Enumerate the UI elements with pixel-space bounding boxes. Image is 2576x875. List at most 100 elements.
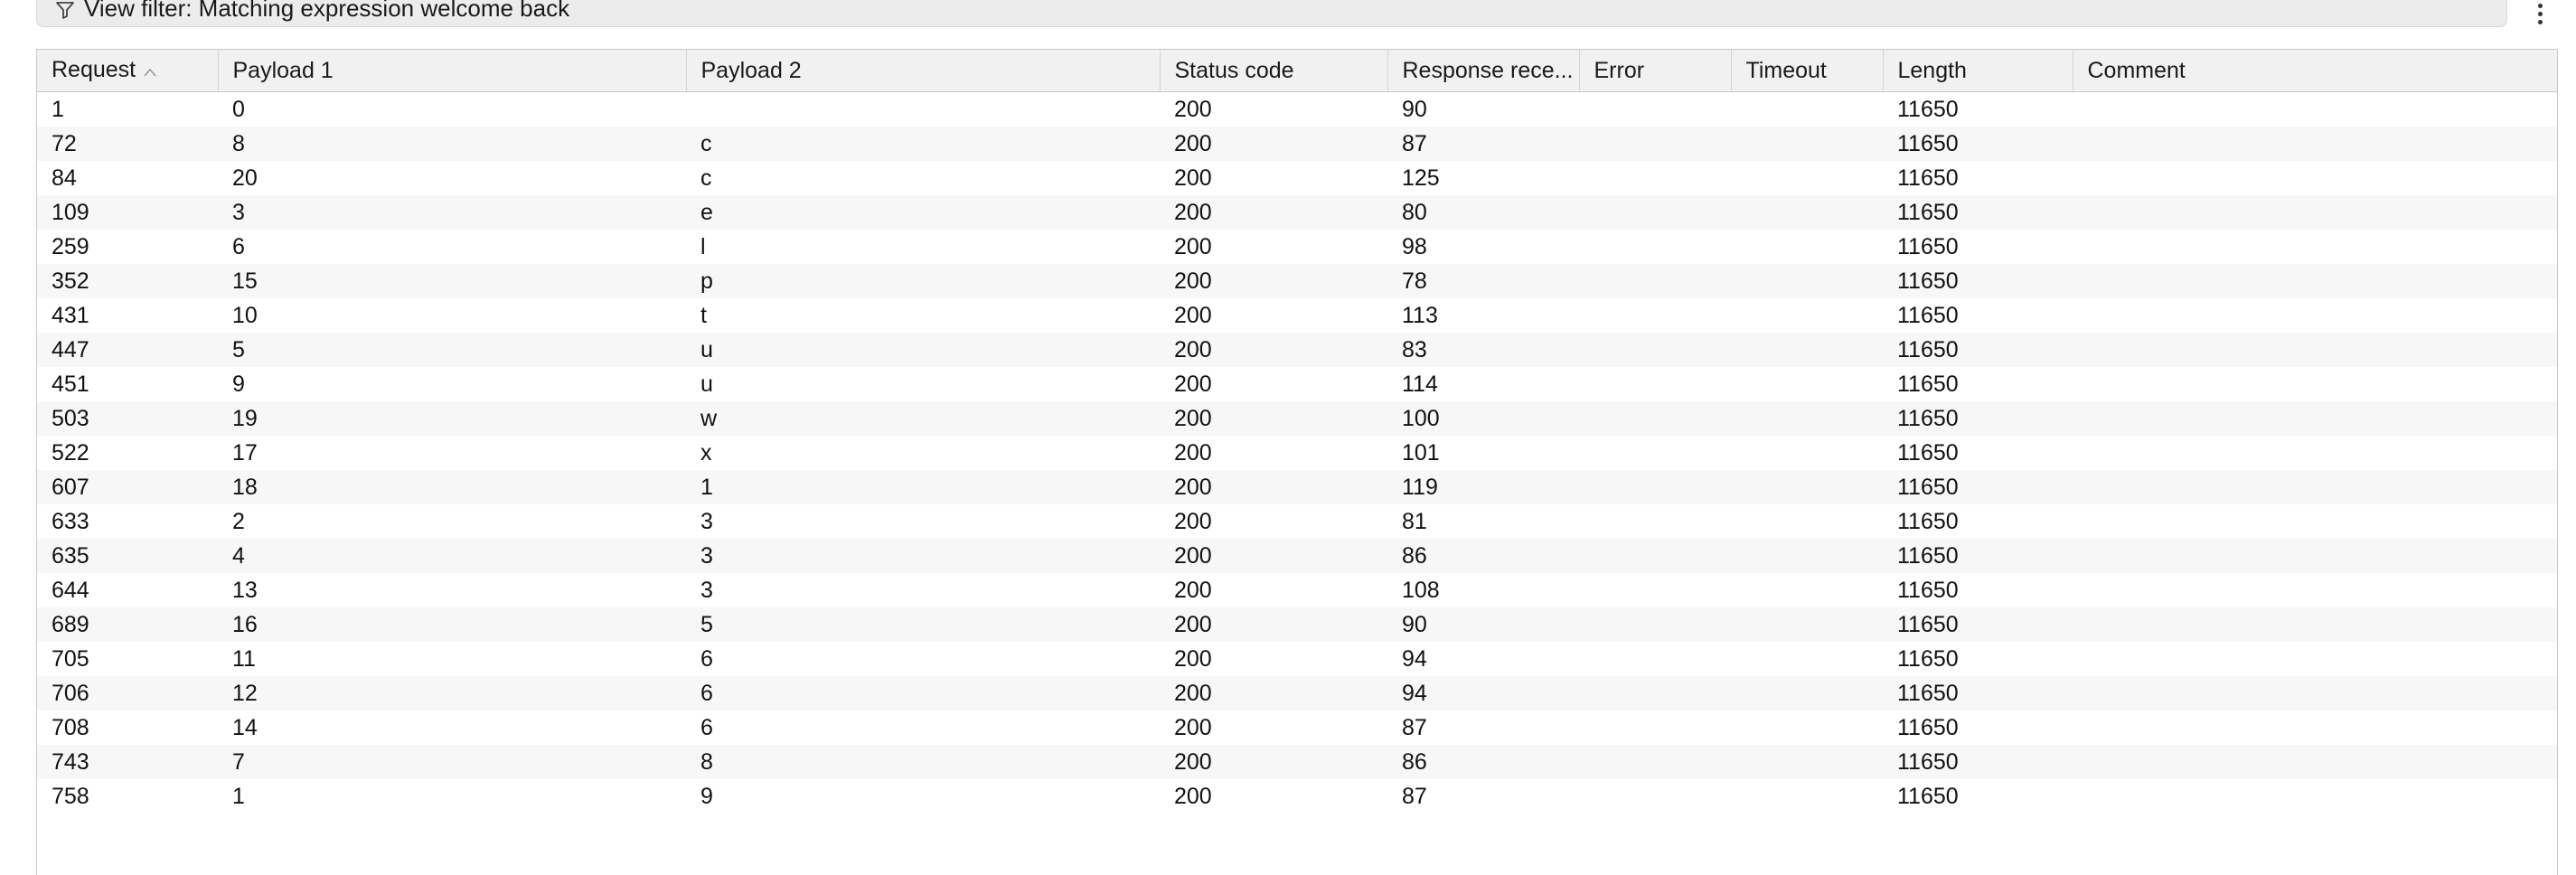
cell-timeout [1731, 367, 1883, 401]
table-row[interactable]: 705 11 6 200 94 11650 [37, 642, 2557, 676]
table-row[interactable]: 72 8 c 200 87 11650 [37, 127, 2557, 161]
cell-timeout [1731, 230, 1883, 264]
table-row[interactable]: 431 10 t 200 113 11650 [37, 298, 2557, 333]
cell-payload2: 3 [686, 573, 1160, 607]
table-row[interactable]: 352 15 p 200 78 11650 [37, 264, 2557, 298]
cell-timeout [1731, 745, 1883, 779]
cell-comment [2073, 470, 2557, 504]
cell-payload1: 8 [218, 127, 686, 161]
cell-request: 706 [37, 676, 218, 710]
column-header-payload2[interactable]: Payload 2 [686, 50, 1161, 92]
cell-response: 94 [1387, 676, 1579, 710]
cell-length: 11650 [1883, 367, 2073, 401]
table-row[interactable]: 447 5 u 200 83 11650 [37, 333, 2557, 367]
cell-payload1: 20 [218, 161, 686, 195]
table-row[interactable]: 503 19 w 200 100 11650 [37, 401, 2557, 436]
column-header-status[interactable]: Status code [1160, 50, 1388, 92]
cell-request: 689 [37, 607, 218, 642]
table-row[interactable]: 607 18 1 200 119 11650 [37, 470, 2557, 504]
table-row[interactable]: 633 2 3 200 81 11650 [37, 504, 2557, 539]
table-row[interactable]: 644 13 3 200 108 11650 [37, 573, 2557, 607]
cell-length: 11650 [1883, 504, 2073, 539]
cell-status: 200 [1160, 367, 1387, 401]
cell-comment [2073, 401, 2557, 436]
column-header-error[interactable]: Error [1579, 50, 1732, 92]
cell-timeout [1731, 779, 1883, 814]
cell-timeout [1731, 195, 1883, 230]
column-header-length[interactable]: Length [1883, 50, 2073, 92]
column-header-comment[interactable]: Comment [2073, 50, 2557, 92]
cell-payload1: 5 [218, 333, 686, 367]
cell-payload1: 9 [218, 367, 686, 401]
cell-timeout [1731, 298, 1883, 333]
cell-timeout [1731, 504, 1883, 539]
cell-error [1579, 401, 1731, 436]
table-row[interactable]: 259 6 l 200 98 11650 [37, 230, 2557, 264]
results-table-container[interactable]: Request Payload 1 Payload 2 Status code Resp… [36, 49, 2558, 875]
cell-request: 644 [37, 573, 218, 607]
cell-timeout [1731, 642, 1883, 676]
table-row[interactable]: 84 20 c 200 125 11650 [37, 161, 2557, 195]
cell-status: 200 [1160, 127, 1387, 161]
cell-comment [2073, 504, 2557, 539]
cell-payload1: 19 [218, 401, 686, 436]
cell-comment [2073, 642, 2557, 676]
cell-response: 108 [1387, 573, 1579, 607]
cell-length: 11650 [1883, 264, 2073, 298]
cell-length: 11650 [1883, 401, 2073, 436]
cell-payload2: x [686, 436, 1160, 470]
table-header-row: Request Payload 1 Payload 2 Status code Resp… [37, 50, 2557, 92]
cell-response: 119 [1387, 470, 1579, 504]
table-row[interactable]: 1 0 200 90 11650 [37, 91, 2557, 127]
kebab-menu-icon[interactable] [2531, 0, 2549, 27]
cell-status: 200 [1160, 710, 1387, 745]
cell-timeout [1731, 436, 1883, 470]
cell-payload2: 5 [686, 607, 1160, 642]
cell-status: 200 [1160, 573, 1387, 607]
cell-timeout [1731, 607, 1883, 642]
cell-payload1: 2 [218, 504, 686, 539]
cell-status: 200 [1160, 91, 1387, 127]
cell-timeout [1731, 333, 1883, 367]
cell-payload1: 1 [218, 779, 686, 814]
cell-length: 11650 [1883, 298, 2073, 333]
cell-error [1579, 264, 1731, 298]
table-row[interactable]: 708 14 6 200 87 11650 [37, 710, 2557, 745]
cell-comment [2073, 745, 2557, 779]
cell-payload2: c [686, 161, 1160, 195]
cell-payload2: 6 [686, 710, 1160, 745]
cell-payload2: 3 [686, 539, 1160, 573]
view-filter-label: View filter: Matching expression welcome… [84, 0, 570, 22]
cell-response: 83 [1387, 333, 1579, 367]
column-header-payload1[interactable]: Payload 1 [218, 50, 687, 92]
cell-response: 94 [1387, 642, 1579, 676]
column-header-label: Status code [1174, 57, 1294, 83]
table-row[interactable]: 109 3 e 200 80 11650 [37, 195, 2557, 230]
column-header-timeout[interactable]: Timeout [1731, 50, 1884, 92]
cell-error [1579, 676, 1731, 710]
column-header-response[interactable]: Response rece... [1387, 50, 1580, 92]
cell-request: 743 [37, 745, 218, 779]
table-row[interactable]: 635 4 3 200 86 11650 [37, 539, 2557, 573]
cell-error [1579, 195, 1731, 230]
table-row[interactable]: 689 16 5 200 90 11650 [37, 607, 2557, 642]
cell-payload1: 14 [218, 710, 686, 745]
cell-timeout [1731, 539, 1883, 573]
table-row[interactable]: 743 7 8 200 86 11650 [37, 745, 2557, 779]
cell-length: 11650 [1883, 470, 2073, 504]
cell-payload2: l [686, 230, 1160, 264]
cell-error [1579, 91, 1731, 127]
cell-timeout [1731, 264, 1883, 298]
cell-comment [2073, 436, 2557, 470]
cell-error [1579, 367, 1731, 401]
cell-request: 72 [37, 127, 218, 161]
column-header-request[interactable]: Request [37, 50, 219, 92]
cell-status: 200 [1160, 504, 1387, 539]
table-row[interactable]: 522 17 x 200 101 11650 [37, 436, 2557, 470]
view-filter-bar[interactable]: View filter: Matching expression welcome… [36, 0, 2507, 27]
table-row[interactable]: 451 9 u 200 114 11650 [37, 367, 2557, 401]
table-row[interactable]: 706 12 6 200 94 11650 [37, 676, 2557, 710]
cell-comment [2073, 573, 2557, 607]
table-row[interactable]: 758 1 9 200 87 11650 [37, 779, 2557, 814]
cell-comment [2073, 195, 2557, 230]
